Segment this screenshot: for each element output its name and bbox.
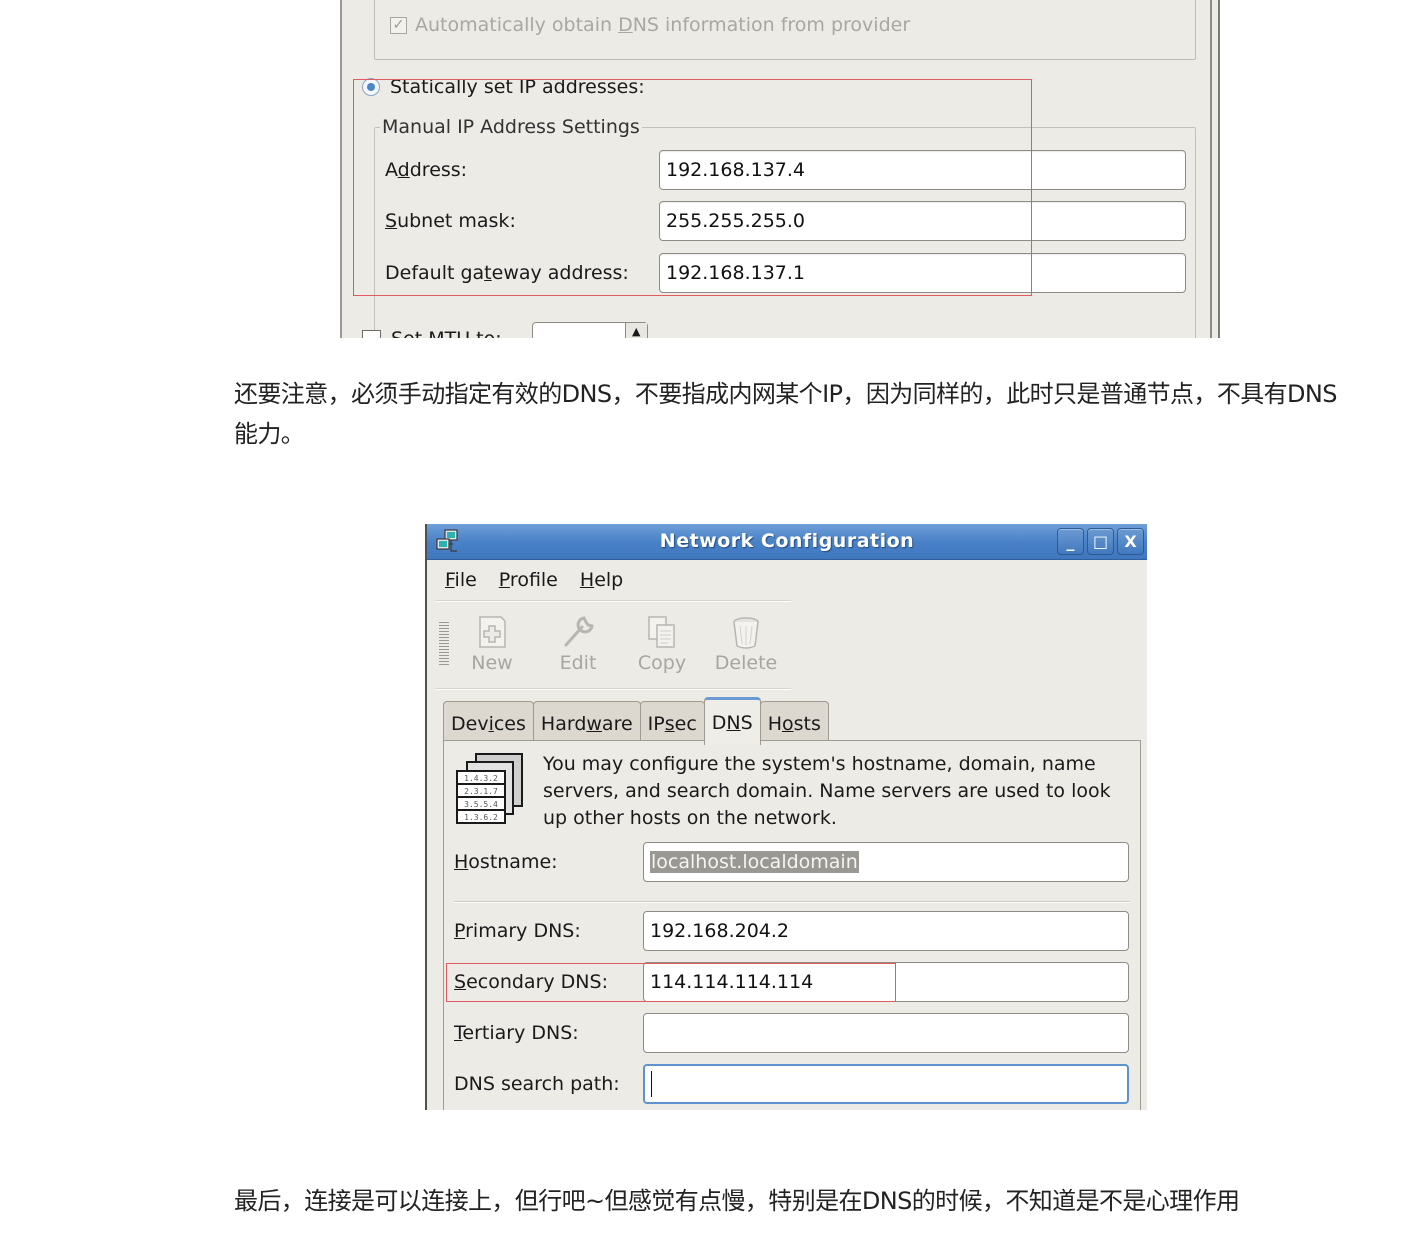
subnet-row: Subnet mask: 255.255.255.0 xyxy=(385,201,1186,241)
hostname-row: Hostname: localhost.localdomain xyxy=(454,842,1129,882)
search-path-row: DNS search path: xyxy=(454,1064,1129,1104)
menubar: File Profile Help xyxy=(427,560,1147,600)
auto-dns-label: Automatically obtain DNS information fro… xyxy=(415,14,911,36)
tab-dns[interactable]: DNS xyxy=(703,697,761,745)
edit-label: Edit xyxy=(559,652,597,674)
menu-profile[interactable]: Profile xyxy=(499,569,558,591)
section-separator xyxy=(454,901,1130,903)
gateway-input[interactable]: 192.168.137.1 xyxy=(659,253,1186,293)
toolbar-grip-handle[interactable] xyxy=(439,622,449,666)
checkbox-checked-icon[interactable]: ✓ xyxy=(390,16,407,34)
window-border xyxy=(1218,0,1220,338)
close-button[interactable]: X xyxy=(1117,528,1144,555)
gateway-label: Default gateway address: xyxy=(385,262,629,284)
minimize-button[interactable]: _ xyxy=(1057,528,1084,555)
paragraph-dns-note: 还要注意，必须手动指定有效的DNS，不要指成内网某个IP，因为同样的，此时只是普… xyxy=(234,380,1337,448)
subnet-input[interactable]: 255.255.255.0 xyxy=(659,201,1186,241)
hostname-input[interactable]: localhost.localdomain xyxy=(643,842,1129,882)
manual-ip-legend: Manual IP Address Settings xyxy=(380,116,642,138)
auto-dns-checkbox-row[interactable]: ✓ Automatically obtain DNS information f… xyxy=(390,14,910,36)
mtu-row: Set MTU to: ▲ xyxy=(362,322,648,338)
static-ip-radio-row[interactable]: Statically set IP addresses: xyxy=(362,76,645,98)
dns-description: You may configure the system's hostname,… xyxy=(543,753,1111,829)
gateway-row: Default gateway address: 192.168.137.1 xyxy=(385,253,1186,293)
titlebar[interactable]: Network Configuration _ □ X xyxy=(427,524,1147,560)
new-label: New xyxy=(471,652,513,674)
primary-dns-row: Primary DNS: 192.168.204.2 xyxy=(454,911,1129,951)
tab-ipsec[interactable]: IP s ec xyxy=(639,701,705,745)
svg-text:2.3.1.7: 2.3.1.7 xyxy=(464,787,498,796)
minimize-icon: _ xyxy=(1066,532,1075,551)
paragraph-conclusion: 最后，连接是可以连接上，但行吧~但感觉有点慢，特别是在DNS的时候，不知道是不是… xyxy=(234,1187,1240,1215)
address-input[interactable]: 192.168.137.4 xyxy=(659,150,1186,190)
delete-button[interactable]: Delete xyxy=(711,612,781,674)
window-controls: _ □ X xyxy=(1057,528,1144,555)
maximize-button[interactable]: □ xyxy=(1087,528,1114,555)
ip-settings-screenshot: ✓ Automatically obtain DNS information f… xyxy=(340,0,1220,338)
copy-label: Copy xyxy=(637,652,687,674)
tab-hosts[interactable]: Ho sts xyxy=(759,701,829,745)
address-label: Address: xyxy=(385,159,468,181)
tertiary-dns-input[interactable] xyxy=(643,1013,1129,1053)
primary-dns-input[interactable]: 192.168.204.2 xyxy=(643,911,1129,951)
radio-selected-icon[interactable] xyxy=(362,78,380,96)
menu-help[interactable]: Help xyxy=(580,569,623,591)
toolbar-separator xyxy=(435,688,791,690)
menu-file[interactable]: File xyxy=(445,569,477,591)
tab-bar: Dev i ces Hard w are IP s ec DNS Ho sts xyxy=(443,697,829,745)
wrench-icon xyxy=(564,616,594,647)
tab-devices[interactable]: Dev i ces xyxy=(443,701,534,745)
mtu-spinbox[interactable]: ▲ xyxy=(531,322,648,338)
primary-dns-label: Primary DNS: xyxy=(454,920,581,942)
svg-text:1.4.3.2: 1.4.3.2 xyxy=(464,774,498,783)
text-cursor xyxy=(651,1071,652,1097)
network-configuration-window: Network Configuration _ □ X File Profile… xyxy=(425,524,1147,1110)
tertiary-dns-label: Tertiary DNS: xyxy=(454,1022,579,1044)
new-button[interactable]: New xyxy=(457,612,527,674)
window-title: Network Configuration xyxy=(659,530,915,552)
address-row: Address: 192.168.137.4 xyxy=(385,150,1186,190)
svg-text:3.5.5.4: 3.5.5.4 xyxy=(464,800,498,809)
hostname-selected-text: localhost.localdomain xyxy=(650,851,859,873)
mtu-label: Set MTU to: xyxy=(391,328,502,338)
search-path-input[interactable] xyxy=(643,1064,1129,1104)
static-ip-label: Statically set IP addresses: xyxy=(390,76,645,98)
copy-icon xyxy=(648,616,675,648)
subnet-label: Subnet mask: xyxy=(385,210,516,232)
close-icon: X xyxy=(1124,532,1137,551)
copy-button[interactable]: Copy xyxy=(627,612,697,674)
menubar-separator xyxy=(435,600,791,602)
mtu-checkbox[interactable] xyxy=(362,329,381,338)
toolbar: New Edit Copy Delete xyxy=(435,606,791,686)
trash-icon xyxy=(733,617,759,649)
secondary-dns-label: Secondary DNS: xyxy=(454,971,608,993)
delete-label: Delete xyxy=(714,652,778,674)
edit-button[interactable]: Edit xyxy=(543,612,613,674)
dns-tab-panel: 1.4.3.2 2.3.1.7 3.5.5.4 1.3.6.2 You may … xyxy=(443,740,1141,1110)
secondary-dns-row: Secondary DNS: 114.114.114.114 xyxy=(454,962,1129,1002)
spin-up-icon[interactable]: ▲ xyxy=(624,323,647,338)
tab-hardware[interactable]: Hard w are xyxy=(532,701,641,745)
tertiary-dns-row: Tertiary DNS: xyxy=(454,1013,1129,1053)
secondary-dns-input[interactable]: 114.114.114.114 xyxy=(643,962,1129,1002)
dns-records-icon: 1.4.3.2 2.3.1.7 3.5.5.4 1.3.6.2 xyxy=(456,753,523,824)
window-border xyxy=(1210,0,1212,338)
maximize-icon: □ xyxy=(1092,532,1109,551)
hostname-label: Hostname: xyxy=(454,851,558,873)
search-path-label: DNS search path: xyxy=(454,1073,620,1095)
new-icon xyxy=(479,616,506,648)
svg-text:1.3.6.2: 1.3.6.2 xyxy=(464,813,498,822)
